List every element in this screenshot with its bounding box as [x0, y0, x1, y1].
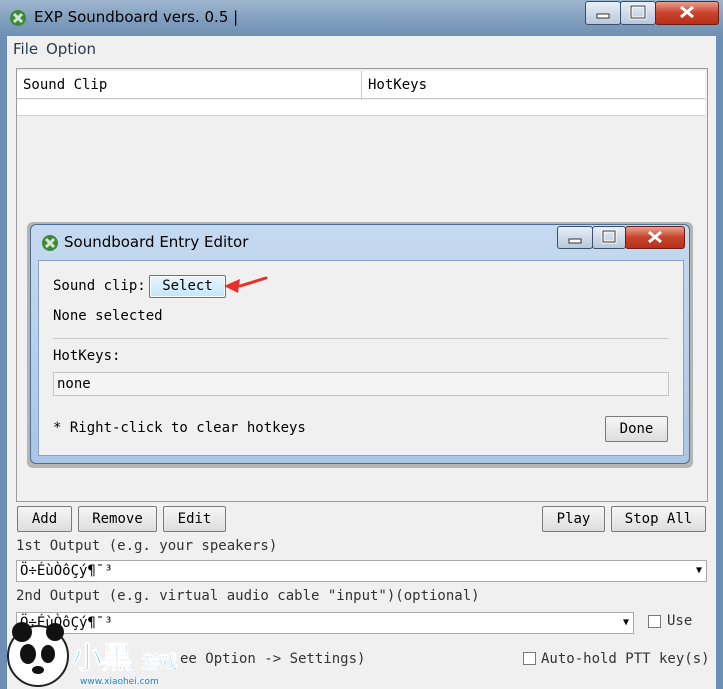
done-button[interactable]: Done [605, 416, 668, 442]
xiaohei-watermark-logo: 小黑 游戏 www.xiaohei.com [7, 622, 178, 687]
hotkeys-field[interactable]: none [53, 372, 669, 396]
first-output-label: 1st Output (e.g. your speakers) [16, 538, 278, 554]
close-icon [680, 5, 694, 19]
use-checkbox[interactable] [648, 615, 661, 628]
menu-file[interactable]: File [13, 40, 38, 58]
table-row[interactable] [17, 100, 705, 116]
stop-all-button[interactable]: Stop All [611, 506, 706, 532]
maximize-button[interactable] [620, 1, 656, 25]
select-button[interactable]: Select [149, 275, 226, 298]
sound-clip-label: Sound clip: [53, 278, 146, 294]
dialog-minimize-button[interactable] [557, 226, 593, 249]
svg-text:游戏: 游戏 [142, 651, 178, 673]
maximize-icon [601, 229, 617, 244]
close-button[interactable] [655, 1, 719, 25]
menu-option[interactable]: Option [46, 40, 96, 58]
settings-hint: ee Option -> Settings) [180, 651, 366, 667]
use-label: Use [667, 613, 693, 629]
menu-bar [7, 36, 716, 60]
divider [53, 338, 668, 339]
remove-button[interactable]: Remove [78, 506, 157, 532]
minimize-button[interactable] [585, 1, 621, 25]
first-output-select[interactable]: Ö÷ÉùÒôÇý¶¯³ ▼ [16, 560, 707, 582]
minimize-icon [568, 238, 582, 244]
chevron-down-icon: ▼ [695, 565, 703, 576]
auto-hold-label: Auto-hold PTT key(s) [541, 651, 710, 667]
auto-hold-checkbox[interactable] [523, 652, 536, 665]
column-header-hotkeys[interactable]: HotKeys [362, 71, 705, 99]
svg-text:小黑: 小黑 [72, 641, 132, 676]
chevron-down-icon: ▼ [622, 617, 630, 628]
first-output-value: Ö÷ÉùÒôÇý¶¯³ [20, 563, 113, 579]
window-title: EXP Soundboard vers. 0.5 | [34, 8, 239, 26]
dialog-close-button[interactable] [625, 226, 685, 249]
svg-text:www.xiaohei.com: www.xiaohei.com [80, 677, 159, 687]
add-button[interactable]: Add [17, 506, 72, 532]
dialog-title: Soundboard Entry Editor [64, 233, 249, 251]
minimize-icon [596, 13, 610, 19]
none-selected-text: None selected [53, 308, 163, 324]
dialog-maximize-button[interactable] [592, 226, 626, 249]
maximize-icon [629, 4, 647, 20]
second-output-label: 2nd Output (e.g. virtual audio cable "in… [16, 588, 480, 604]
edit-button[interactable]: Edit [163, 506, 226, 532]
play-button[interactable]: Play [542, 506, 605, 532]
app-icon [42, 235, 58, 251]
close-icon [648, 230, 662, 244]
column-header-sound-clip[interactable]: Sound Clip [17, 71, 361, 99]
hotkeys-label: HotKeys: [53, 348, 121, 364]
red-arrow-annotation [224, 276, 268, 293]
clear-hotkeys-hint: * Right-click to clear hotkeys [53, 420, 306, 436]
app-icon [10, 10, 26, 26]
